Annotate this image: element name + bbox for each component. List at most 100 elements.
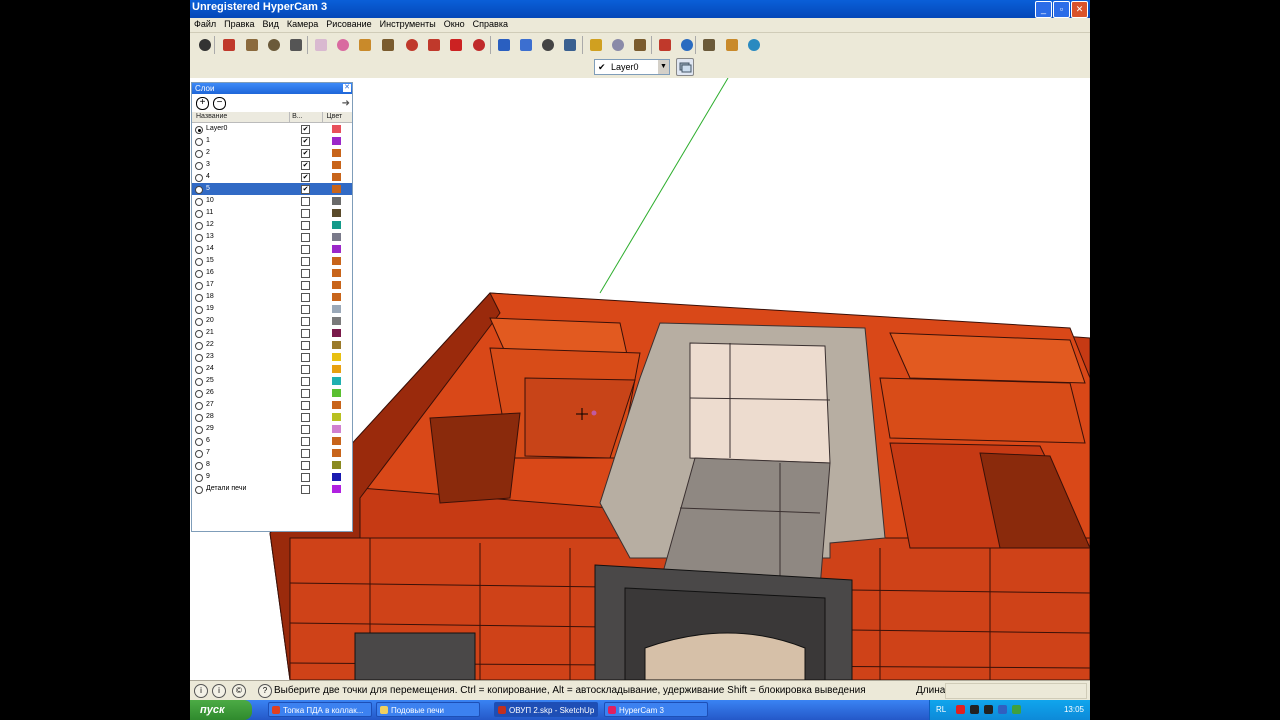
menu-window[interactable]: Окно: [440, 18, 469, 32]
layer-row[interactable]: 27: [192, 399, 352, 411]
styles-icon[interactable]: [745, 36, 763, 54]
offset-icon[interactable]: [403, 36, 421, 54]
layer-color-swatch[interactable]: [332, 149, 341, 157]
layer-color-swatch[interactable]: [332, 437, 341, 445]
layer-color-swatch[interactable]: [332, 245, 341, 253]
task-item-sketchup[interactable]: ОВУП 2.skp - SketchUp: [494, 702, 598, 717]
layer-visible-checkbox[interactable]: ✔: [301, 185, 310, 194]
layer-row[interactable]: 6: [192, 435, 352, 447]
layer-visible-checkbox[interactable]: [301, 413, 310, 422]
menu-camera[interactable]: Камера: [283, 18, 322, 32]
active-layer-radio[interactable]: [195, 282, 203, 290]
line-tool-icon[interactable]: [220, 36, 238, 54]
layer-row[interactable]: 20: [192, 315, 352, 327]
layer-color-swatch[interactable]: [332, 233, 341, 241]
layer-visible-checkbox[interactable]: [301, 449, 310, 458]
layer-color-swatch[interactable]: [332, 401, 341, 409]
pan-tool-icon[interactable]: [517, 36, 535, 54]
layer-color-swatch[interactable]: [332, 197, 341, 205]
network-icon[interactable]: [998, 705, 1007, 714]
active-layer-radio[interactable]: [195, 378, 203, 386]
active-layer-radio[interactable]: [195, 342, 203, 350]
layer-visible-checkbox[interactable]: [301, 365, 310, 374]
active-layer-radio[interactable]: [195, 258, 203, 266]
menu-help[interactable]: Справка: [469, 18, 512, 32]
layer-row[interactable]: 10: [192, 195, 352, 207]
layer-visible-checkbox[interactable]: [301, 257, 310, 266]
layer-color-swatch[interactable]: [332, 209, 341, 217]
layer-row[interactable]: 15: [192, 255, 352, 267]
zoom-tool-icon[interactable]: [539, 36, 557, 54]
layer-row[interactable]: 18: [192, 291, 352, 303]
layer-row[interactable]: 4 ✔: [192, 171, 352, 183]
active-layer-radio[interactable]: [195, 474, 203, 482]
layer-row[interactable]: 9: [192, 471, 352, 483]
arc-tool-icon[interactable]: [287, 36, 305, 54]
task-item-tooka[interactable]: Топка ПДА в коллак...: [268, 702, 372, 717]
make-component-icon[interactable]: [312, 36, 330, 54]
active-layer-radio[interactable]: [195, 198, 203, 206]
tape-measure-icon[interactable]: [587, 36, 605, 54]
active-layer-radio[interactable]: [195, 306, 203, 314]
layer-color-swatch[interactable]: [332, 365, 341, 373]
maximize-button[interactable]: ▫: [1053, 1, 1070, 18]
layer-visible-checkbox[interactable]: [301, 305, 310, 314]
layer-visible-checkbox[interactable]: [301, 437, 310, 446]
active-layer-radio[interactable]: [195, 402, 203, 410]
layer-visible-checkbox[interactable]: [301, 221, 310, 230]
layer-color-swatch[interactable]: [332, 461, 341, 469]
layer-color-swatch[interactable]: [332, 281, 341, 289]
active-layer-radio[interactable]: [195, 414, 203, 422]
layer-visible-checkbox[interactable]: [301, 281, 310, 290]
layer-row[interactable]: 26: [192, 387, 352, 399]
layer-manager-icon[interactable]: [676, 58, 694, 76]
active-layer-radio[interactable]: [195, 354, 203, 362]
materials-icon[interactable]: [723, 36, 741, 54]
layer-row[interactable]: 12: [192, 219, 352, 231]
active-layer-radio[interactable]: [195, 486, 203, 494]
active-layer-radio[interactable]: [195, 438, 203, 446]
layer-row[interactable]: 21: [192, 327, 352, 339]
layer-visible-checkbox[interactable]: [301, 317, 310, 326]
layer-visible-checkbox[interactable]: [301, 401, 310, 410]
measurements-field[interactable]: [945, 683, 1087, 699]
menu-file[interactable]: Файл: [190, 18, 220, 32]
layer-visible-checkbox[interactable]: [301, 473, 310, 482]
layer-visible-checkbox[interactable]: [301, 377, 310, 386]
layer-details-icon[interactable]: ➜: [342, 98, 350, 109]
menu-view[interactable]: Вид: [259, 18, 283, 32]
layer-row[interactable]: Детали печи: [192, 483, 352, 495]
menu-tools[interactable]: Инструменты: [376, 18, 440, 32]
layer-visible-checkbox[interactable]: [301, 233, 310, 242]
layer-visible-checkbox[interactable]: ✔: [301, 149, 310, 158]
layer-visible-checkbox[interactable]: [301, 353, 310, 362]
layer-visible-checkbox[interactable]: [301, 209, 310, 218]
minimize-button[interactable]: _: [1035, 1, 1052, 18]
push-pull-icon[interactable]: [379, 36, 397, 54]
layer-visible-checkbox[interactable]: ✔: [301, 137, 310, 146]
layer-row[interactable]: 25: [192, 375, 352, 387]
active-layer-radio[interactable]: [195, 210, 203, 218]
layer-color-swatch[interactable]: [332, 485, 341, 493]
language-indicator[interactable]: RL: [936, 705, 946, 714]
column-name-header[interactable]: Название: [192, 112, 291, 122]
start-button[interactable]: пуск: [190, 700, 252, 720]
layer-color-swatch[interactable]: [332, 125, 341, 133]
layer-row[interactable]: 16: [192, 267, 352, 279]
active-layer-radio[interactable]: [195, 426, 203, 434]
layer-visible-checkbox[interactable]: ✔: [301, 161, 310, 170]
layer-row[interactable]: 5 ✔: [192, 183, 352, 195]
column-color-header[interactable]: Цвет: [323, 112, 352, 122]
layer-row[interactable]: 17: [192, 279, 352, 291]
layer-visible-checkbox[interactable]: [301, 293, 310, 302]
active-layer-radio[interactable]: [195, 330, 203, 338]
active-layer-radio[interactable]: [195, 294, 203, 302]
layer-row[interactable]: Layer0 ✔: [192, 123, 352, 135]
follow-me-icon[interactable]: [470, 36, 488, 54]
layer-visible-checkbox[interactable]: [301, 269, 310, 278]
layer-visible-checkbox[interactable]: [301, 485, 310, 494]
layer-row[interactable]: 24: [192, 363, 352, 375]
menu-edit[interactable]: Правка: [220, 18, 258, 32]
paint-bucket-icon[interactable]: [356, 36, 374, 54]
move-tool-icon[interactable]: [425, 36, 443, 54]
